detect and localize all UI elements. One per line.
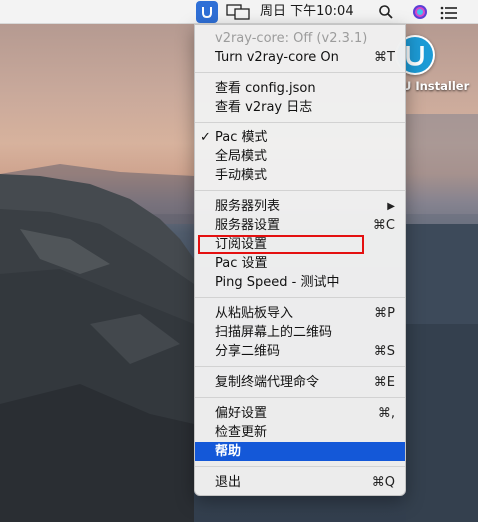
menu-separator [195,397,405,398]
shortcut-label: ⌘S [373,344,395,359]
notification-center-icon[interactable] [440,5,458,20]
shortcut-label: ⌘Q [371,475,395,490]
menu-item-quit[interactable]: 退出 ⌘Q [195,473,405,492]
v2ray-icon[interactable] [196,1,218,23]
menu-item-copy-proxy-command[interactable]: 复制终端代理命令 ⌘E [195,373,405,392]
menu-item-global-mode[interactable]: 全局模式 [195,147,405,166]
menu-item-scan-qr[interactable]: 扫描屏幕上的二维码 [195,323,405,342]
menu-item-check-updates[interactable]: 检查更新 [195,423,405,442]
shortcut-label: ⌘P [374,306,395,321]
shortcut-label: ⌘C [372,218,395,233]
shortcut-label: ⌘, [377,406,395,421]
menu-separator [195,72,405,73]
siri-icon[interactable] [412,4,428,20]
menu-item-turn-on[interactable]: Turn v2ray-core On ⌘T [195,48,405,67]
menu-item-view-config[interactable]: 查看 config.json [195,79,405,98]
menu-item-view-log[interactable]: 查看 v2ray 日志 [195,98,405,117]
submenu-arrow-icon: ▶ [387,201,395,212]
desktop-icon-label: U Installer [402,79,470,93]
shortcut-label: ⌘T [374,50,395,65]
menu-separator [195,466,405,467]
menu-item-server-list[interactable]: 服务器列表 ▶ [195,197,405,216]
search-icon[interactable] [378,4,394,20]
menu-item-pac-mode[interactable]: ✓ Pac 模式 [195,128,405,147]
checkmark-icon: ✓ [200,130,211,145]
menu-item-manual-mode[interactable]: 手动模式 [195,166,405,185]
menu-item-server-settings[interactable]: 服务器设置 ⌘C [195,216,405,235]
menu-item-preferences[interactable]: 偏好设置 ⌘, [195,404,405,423]
menubar-clock[interactable]: 周日 下午10:04 [260,0,354,24]
display-icon[interactable] [226,4,250,20]
menu-bar: 周日 下午10:04 [0,0,478,24]
annotation-highlight-box [198,235,364,254]
menu-item-core-status: v2ray-core: Off (v2.3.1) [215,31,368,46]
menu-separator [195,190,405,191]
menu-item-pac-settings[interactable]: Pac 设置 [195,254,405,273]
menu-separator [195,122,405,123]
menu-item-ping-speed[interactable]: Ping Speed - 测试中 [195,273,405,292]
menu-item-share-qr[interactable]: 分享二维码 ⌘S [195,342,405,361]
menu-item-import-clipboard[interactable]: 从粘贴板导入 ⌘P [195,304,405,323]
shortcut-label: ⌘E [373,375,395,390]
menu-separator [195,297,405,298]
v2ray-status-menu: v2ray-core: Off (v2.3.1) Turn v2ray-core… [194,24,406,496]
menu-separator [195,366,405,367]
menu-item-help[interactable]: 帮助 [195,442,405,461]
